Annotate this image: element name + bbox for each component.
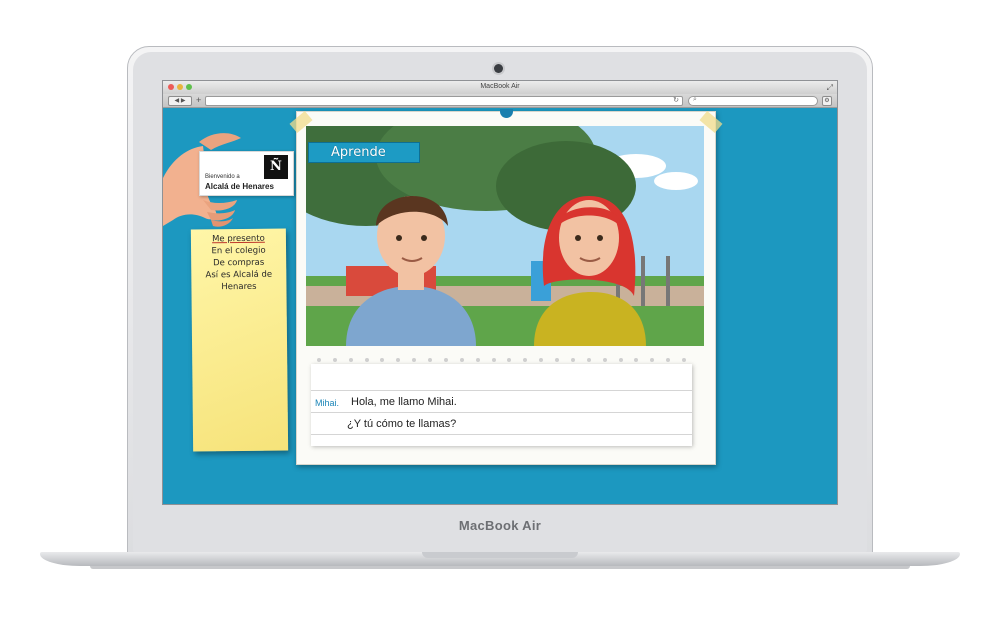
camera-icon [494, 64, 503, 73]
menu-item-me-presento[interactable]: Me presento [191, 233, 286, 246]
notebook-holes [311, 358, 692, 366]
back-forward-buttons[interactable]: ◀ ▶ [168, 96, 192, 106]
section-heading: Aprende [308, 142, 420, 163]
dialogue-line-2: ¿Y tú cómo te llamas? [347, 418, 457, 430]
fullscreen-icon[interactable]: ⤢ [827, 83, 833, 93]
window-title: MacBook Air [480, 83, 520, 90]
hand-holding-card: Ñ Bienvenido a Alcalá de Henares [163, 118, 303, 228]
ruled-line [311, 434, 692, 435]
lesson-menu: Me presento En el colegio De compras Así… [191, 233, 287, 294]
lesson-panel: Aprende Mihai. Hola, me llamo Mihai. ¿Y … [289, 109, 723, 465]
gear-icon[interactable]: ⚙ [822, 96, 832, 106]
page-content: Ñ Bienvenido a Alcalá de Henares Me pres… [163, 108, 837, 504]
menu-item-asi-es-alcala[interactable]: Así es Alcalá de [191, 269, 286, 282]
search-field[interactable]: ⌕ [688, 96, 818, 106]
ruled-line [311, 390, 692, 391]
laptop-notch [422, 552, 578, 558]
menu-item-en-el-colegio[interactable]: En el colegio [191, 245, 286, 258]
laptop-screen: MacBook Air ⤢ ◀ ▶ + ↻ ⌕ ⚙ Ñ Bienvenido a [162, 80, 838, 505]
search-icon: ⌕ [693, 96, 697, 103]
dialogue-box: Mihai. Hola, me llamo Mihai. ¿Y tú cómo … [311, 358, 692, 446]
card-welcome-text: Bienvenido a [205, 174, 240, 180]
park-scene-illustration: Aprende [306, 126, 704, 346]
menu-item-de-compras[interactable]: De compras [191, 257, 286, 270]
ruled-line [311, 412, 692, 413]
laptop-brand-label: MacBook Air [458, 518, 542, 533]
address-bar[interactable]: ↻ [205, 96, 683, 106]
add-bookmark-icon[interactable]: + [196, 95, 201, 105]
welcome-card: Ñ Bienvenido a Alcalá de Henares [199, 151, 294, 196]
speaker-name: Mihai. [315, 398, 340, 408]
dialogue-line-1: Hola, me llamo Mihai. [351, 396, 457, 408]
laptop-foot [90, 566, 910, 569]
section-heading-text: Aprende [331, 145, 386, 160]
pin-icon [500, 109, 513, 118]
browser-toolbar: ◀ ▶ + ↻ ⌕ ⚙ [163, 94, 837, 108]
sticky-note-menu: Me presento En el colegio De compras Así… [190, 228, 289, 452]
logo-icon: Ñ [264, 155, 288, 179]
menu-item-henares[interactable]: Henares [191, 281, 286, 294]
card-city-name: Alcalá de Henares [205, 182, 274, 191]
window-titlebar: MacBook Air ⤢ [163, 81, 837, 94]
reload-icon[interactable]: ↻ [673, 96, 679, 104]
